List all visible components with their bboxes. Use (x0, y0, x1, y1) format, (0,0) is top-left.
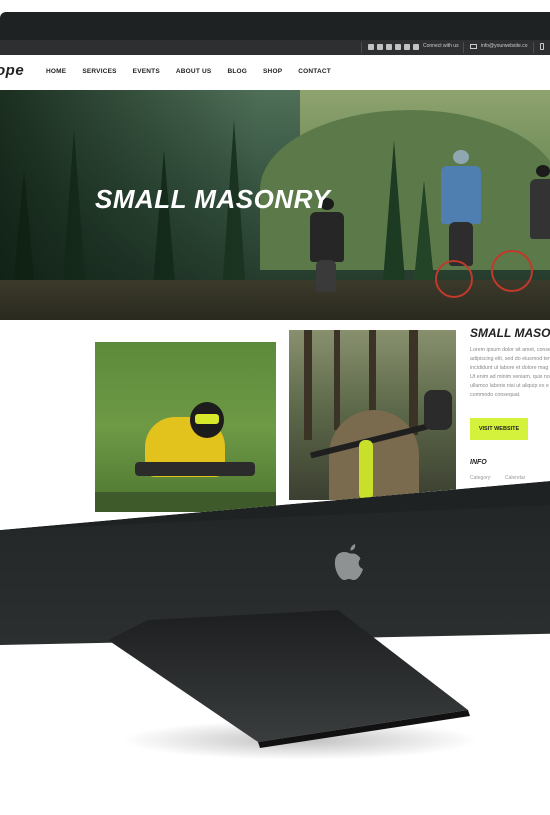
visit-website-button[interactable]: VISIT WEBSITE (470, 418, 528, 440)
gallery-image-rider-yellow[interactable] (95, 342, 276, 512)
main-navbar: ope HOME SERVICES EVENTS ABOUT US BLOG S… (0, 55, 550, 90)
project-title: SMALL MASON (470, 326, 550, 340)
hero-rider-right (425, 150, 535, 300)
pinterest-icon[interactable] (395, 44, 401, 50)
facebook-icon[interactable] (386, 44, 392, 50)
hero-banner: SMALL MASONRY (0, 90, 550, 320)
hero-title: SMALL MASONRY (95, 184, 331, 214)
info-category-value: Calendar (505, 475, 526, 481)
youtube-icon[interactable] (404, 44, 410, 50)
vimeo-icon[interactable] (368, 44, 374, 50)
nav-item-about-us[interactable]: ABOUT US (176, 68, 212, 75)
nav-item-shop[interactable]: SHOP (263, 68, 282, 75)
nav-item-home[interactable]: HOME (46, 68, 66, 75)
hero-rider-edge (528, 165, 550, 305)
site-logo[interactable]: ope (0, 62, 24, 79)
mail-icon (470, 44, 477, 49)
connect-label: Connect with us (423, 43, 459, 49)
info-category-label: Category: (470, 475, 492, 481)
nav-item-blog[interactable]: BLOG (227, 68, 247, 75)
apple-logo-icon (334, 544, 363, 580)
nav-item-events[interactable]: EVENTS (133, 68, 160, 75)
project-description: Lorem ipsum dolor sit amet, consec adipi… (470, 347, 550, 398)
gallery-image-forest-trail[interactable] (289, 330, 456, 500)
nav-item-contact[interactable]: CONTACT (298, 68, 331, 75)
twitter-icon[interactable] (413, 44, 419, 50)
website-screen: Connect with us info@yourwebsite.co ope … (0, 40, 550, 530)
imac-monitor: Connect with us info@yourwebsite.co ope … (0, 0, 550, 645)
nav-menu: HOME SERVICES EVENTS ABOUT US BLOG SHOP … (46, 68, 347, 75)
top-info-bar: Connect with us info@yourwebsite.co (0, 40, 550, 55)
phone-icon (540, 43, 544, 50)
social-icons (368, 44, 419, 50)
info-heading: INFO (470, 459, 487, 466)
nav-item-services[interactable]: SERVICES (82, 68, 116, 75)
monitor-stand (108, 610, 470, 748)
skype-icon[interactable] (377, 44, 383, 50)
email-link[interactable]: info@yourwebsite.co (481, 43, 528, 49)
